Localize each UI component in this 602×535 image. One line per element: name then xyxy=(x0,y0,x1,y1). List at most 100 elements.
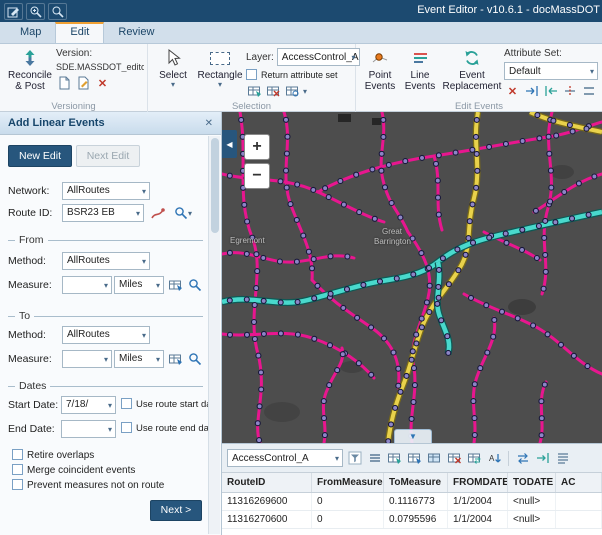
select-dropdown-caret-icon[interactable]: ▾ xyxy=(171,81,175,88)
dates-section-title: Dates xyxy=(8,380,203,392)
collapse-table-icon[interactable]: ▼ xyxy=(394,429,432,443)
tab-review[interactable]: Review xyxy=(104,22,168,43)
end-date-field[interactable]: ▾ xyxy=(61,420,116,438)
use-route-end-label: Use route end date xyxy=(136,423,217,434)
next-button[interactable]: Next > xyxy=(150,500,202,521)
zoom-in-button[interactable]: + xyxy=(244,134,270,160)
to-unit-caret-icon: ▾ xyxy=(156,356,160,363)
tab-edit[interactable]: Edit xyxy=(55,22,104,43)
group-label-versioning: Versioning xyxy=(0,101,147,112)
merge-coincident-checkbox[interactable] xyxy=(12,464,23,475)
layer-combo[interactable]: AccessControl_A ▾ xyxy=(277,48,360,66)
from-measure-picker-icon[interactable] xyxy=(166,276,184,294)
column-header[interactable]: AC xyxy=(556,473,602,492)
trim-event-icon[interactable] xyxy=(523,83,540,99)
to-zoom-icon[interactable] xyxy=(186,350,204,368)
start-date-label: Start Date: xyxy=(8,399,58,411)
route-picker-icon[interactable] xyxy=(148,204,166,222)
event-replacement-button[interactable]: Event Replacement xyxy=(440,46,504,92)
to-method-label: Method: xyxy=(8,329,46,341)
clear-selection-icon[interactable] xyxy=(265,83,282,99)
panel-scrollbar[interactable] xyxy=(208,136,220,534)
route-id-combo[interactable]: BSR23 EB ▾ xyxy=(62,204,144,222)
zoom-in-icon[interactable] xyxy=(26,3,45,20)
open-table-icon[interactable] xyxy=(386,450,403,466)
extend-event-icon[interactable] xyxy=(542,83,559,99)
from-method-caret-icon: ▾ xyxy=(142,258,146,265)
merge-event-icon[interactable] xyxy=(580,83,597,99)
attribute-set-caret-icon: ▾ xyxy=(590,68,594,75)
line-events-button[interactable]: Line Events xyxy=(400,46,440,92)
table-layer-combo[interactable]: AccessControl_A ▾ xyxy=(227,449,343,467)
zoom-to-selection-icon[interactable] xyxy=(284,83,301,99)
collapse-panel-icon[interactable]: ◀ xyxy=(222,130,237,158)
from-method-combo[interactable]: AllRoutes ▾ xyxy=(62,252,150,270)
panel-title: Add Linear Events xyxy=(8,117,205,129)
prevent-measures-checkbox[interactable] xyxy=(12,479,23,490)
use-route-start-checkbox[interactable] xyxy=(121,398,132,409)
start-date-caret-icon: ▾ xyxy=(108,402,112,409)
to-measure-combo[interactable]: ▾ xyxy=(62,350,112,368)
column-header[interactable]: FromMeasure xyxy=(312,473,384,492)
point-events-button[interactable]: Point Events xyxy=(360,46,400,92)
switch-selection-icon[interactable] xyxy=(466,450,483,466)
magnifier-icon[interactable] xyxy=(48,3,67,20)
filter-icon[interactable] xyxy=(346,450,363,466)
copy-version-icon[interactable] xyxy=(56,75,73,91)
delete-event-icon[interactable]: ✕ xyxy=(504,83,521,99)
rectangle-tool-button[interactable]: Rectangle ▾ xyxy=(194,46,246,88)
new-edit-button[interactable]: New Edit xyxy=(8,145,72,167)
split-event-icon[interactable] xyxy=(561,83,578,99)
select-features-icon[interactable] xyxy=(246,83,263,99)
from-method-label: Method: xyxy=(8,255,46,267)
menu-icon[interactable] xyxy=(366,450,383,466)
route-zoom-icon[interactable]: ▾ xyxy=(170,204,196,222)
to-unit-combo[interactable]: Miles ▾ xyxy=(114,350,164,368)
map-label-great: Great xyxy=(382,227,402,236)
selection-more-caret-icon[interactable]: ▾ xyxy=(303,88,307,95)
add-selection-icon[interactable] xyxy=(406,450,423,466)
table-row[interactable]: 11316270600 0 0.0795596 1/1/2004 <null> xyxy=(222,511,602,529)
close-icon[interactable]: ✕ xyxy=(205,118,213,129)
show-selected-icon[interactable] xyxy=(426,450,443,466)
from-unit-combo[interactable]: Miles ▾ xyxy=(114,276,164,294)
reconcile-post-button[interactable]: Reconcile & Post xyxy=(4,46,56,92)
edit-version-icon[interactable] xyxy=(75,75,92,91)
rectangle-dropdown-caret-icon[interactable]: ▾ xyxy=(218,81,222,88)
attribute-set-combo[interactable]: Default ▾ xyxy=(504,62,598,80)
next-edit-button[interactable]: Next Edit xyxy=(76,145,140,167)
map-view[interactable]: ◀ + − Egremont Great Barrington ▼ xyxy=(222,112,602,443)
from-measure-label: Measure: xyxy=(8,279,52,291)
column-header[interactable]: TODATE xyxy=(508,473,556,492)
zoom-out-button[interactable]: − xyxy=(244,163,270,189)
to-measure-picker-icon[interactable] xyxy=(166,350,184,368)
network-combo[interactable]: AllRoutes ▾ xyxy=(62,182,150,200)
return-attribute-set-checkbox[interactable] xyxy=(246,69,257,80)
start-date-field[interactable]: 7/18/ ▾ xyxy=(61,396,116,414)
table-row[interactable]: 11316269600 0 0.1116773 1/1/2004 <null> xyxy=(222,493,602,511)
swap-arrows-icon[interactable] xyxy=(514,450,531,466)
from-measure-combo[interactable]: ▾ xyxy=(62,276,112,294)
from-measure-caret-icon: ▾ xyxy=(104,282,108,289)
retire-overlaps-checkbox[interactable] xyxy=(12,449,23,460)
select-tool-button[interactable]: Select ▾ xyxy=(152,46,194,88)
from-zoom-icon[interactable] xyxy=(186,276,204,294)
ribbon: Reconcile & Post Version: SDE.MASSDOT_ed… xyxy=(0,44,602,112)
edit-icon[interactable] xyxy=(4,3,23,20)
from-unit-caret-icon: ▾ xyxy=(156,282,160,289)
use-route-end-checkbox[interactable] xyxy=(121,422,132,433)
to-method-combo[interactable]: AllRoutes ▾ xyxy=(62,326,150,344)
column-header[interactable]: ToMeasure xyxy=(384,473,448,492)
sort-icon[interactable]: A xyxy=(486,450,503,466)
tab-map[interactable]: Map xyxy=(6,22,55,43)
column-header[interactable]: FROMDATE xyxy=(448,473,508,492)
clear-table-selection-icon[interactable] xyxy=(446,450,463,466)
go-to-route-icon[interactable] xyxy=(534,450,551,466)
use-route-start-label: Use route start date xyxy=(136,399,219,410)
map-canvas xyxy=(222,112,602,443)
field-list-icon[interactable] xyxy=(554,450,571,466)
delete-version-icon[interactable]: ✕ xyxy=(94,75,111,91)
retire-overlaps-label: Retire overlaps xyxy=(27,450,94,461)
column-header[interactable]: RouteID xyxy=(222,473,312,492)
panel-scrollbar-thumb[interactable] xyxy=(211,138,219,233)
